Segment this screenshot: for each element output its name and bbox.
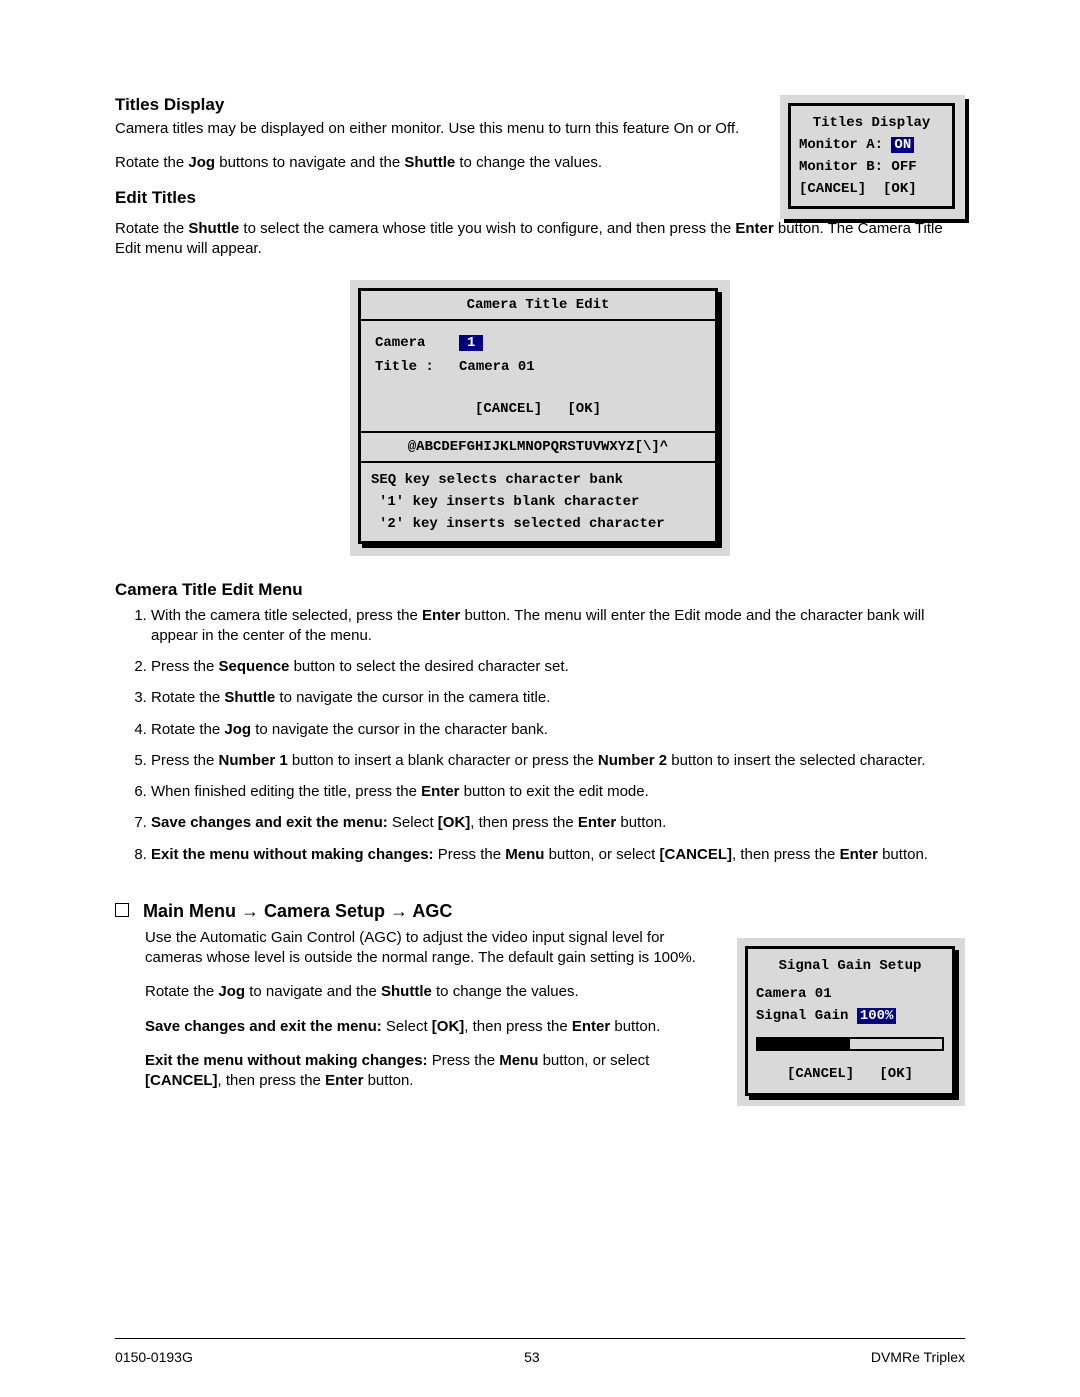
monitor-a-value: ON bbox=[891, 137, 914, 153]
sg-buttons: [CANCEL] [OK] bbox=[756, 1063, 944, 1085]
titles-display-desc: Camera titles may be displayed on either… bbox=[115, 119, 760, 139]
osd-monitor-a: Monitor A: ON bbox=[799, 134, 944, 156]
step-3: Rotate the Shuttle to navigate the curso… bbox=[151, 688, 965, 708]
titles-display-osd: Titles Display Monitor A: ON Monitor B: … bbox=[780, 95, 965, 219]
footer: 0150-0193G 53 DVMRe Triplex bbox=[115, 1349, 965, 1365]
step-7: Save changes and exit the menu: Select [… bbox=[151, 813, 965, 833]
step-1: With the camera title selected, press th… bbox=[151, 606, 965, 647]
sg-slider bbox=[756, 1037, 944, 1051]
cte-help-1: SEQ key selects character bank bbox=[371, 469, 705, 491]
footer-right: DVMRe Triplex bbox=[871, 1349, 965, 1365]
cte-camera-row: Camera 1 bbox=[375, 331, 701, 355]
agc-exit: Exit the menu without making changes: Pr… bbox=[145, 1051, 717, 1092]
cte-charbank: @ABCDEFGHIJKLMNOPQRSTUVWXYZ[\]^ bbox=[361, 433, 715, 463]
footer-left: 0150-0193G bbox=[115, 1349, 193, 1365]
step-4: Rotate the Jog to navigate the cursor in… bbox=[151, 720, 965, 740]
osd-monitor-b: Monitor B: OFF bbox=[799, 156, 944, 178]
sg-title: Signal Gain Setup bbox=[756, 955, 944, 977]
titles-display-nav: Rotate the Jog buttons to navigate and t… bbox=[115, 153, 760, 173]
osd-buttons: [CANCEL] [OK] bbox=[799, 178, 944, 200]
cte-help-3: '2' key inserts selected character bbox=[371, 513, 705, 535]
sg-camera: Camera 01 bbox=[756, 983, 944, 1005]
checkbox-icon bbox=[115, 903, 129, 917]
agc-save: Save changes and exit the menu: Select [… bbox=[145, 1017, 717, 1037]
sg-gain-row: Signal Gain 100% bbox=[756, 1005, 944, 1027]
signal-gain-osd: Signal Gain Setup Camera 01 Signal Gain … bbox=[737, 938, 965, 1106]
edit-titles-desc: Rotate the Shuttle to select the camera … bbox=[115, 219, 965, 260]
step-6: When finished editing the title, press t… bbox=[151, 782, 965, 802]
step-5: Press the Number 1 button to insert a bl… bbox=[151, 751, 965, 771]
cte-title-row: Title : Camera 01 bbox=[375, 355, 701, 379]
footer-rule bbox=[115, 1338, 965, 1339]
heading-agc: Main Menu → Camera Setup → AGC bbox=[143, 901, 452, 922]
sg-slider-fill bbox=[758, 1039, 850, 1049]
cte-title: Camera Title Edit bbox=[361, 291, 715, 321]
heading-titles-display: Titles Display bbox=[115, 95, 760, 115]
heading-edit-titles: Edit Titles bbox=[115, 188, 760, 208]
agc-desc: Use the Automatic Gain Control (AGC) to … bbox=[145, 928, 717, 969]
cte-buttons: [CANCEL] [OK] bbox=[375, 397, 701, 421]
cte-camera-value: 1 bbox=[459, 335, 483, 351]
cte-steps: With the camera title selected, press th… bbox=[115, 606, 965, 865]
sg-value: 100% bbox=[857, 1008, 897, 1024]
cte-help-2: '1' key inserts blank character bbox=[371, 491, 705, 513]
agc-nav: Rotate the Jog to navigate and the Shutt… bbox=[145, 982, 717, 1002]
step-8: Exit the menu without making changes: Pr… bbox=[151, 845, 965, 865]
step-2: Press the Sequence button to select the … bbox=[151, 657, 965, 677]
heading-cte-menu: Camera Title Edit Menu bbox=[115, 580, 965, 600]
footer-page: 53 bbox=[524, 1349, 540, 1365]
camera-title-edit-osd: Camera Title Edit Camera 1 Title : Camer… bbox=[350, 280, 730, 556]
osd-title: Titles Display bbox=[799, 112, 944, 134]
